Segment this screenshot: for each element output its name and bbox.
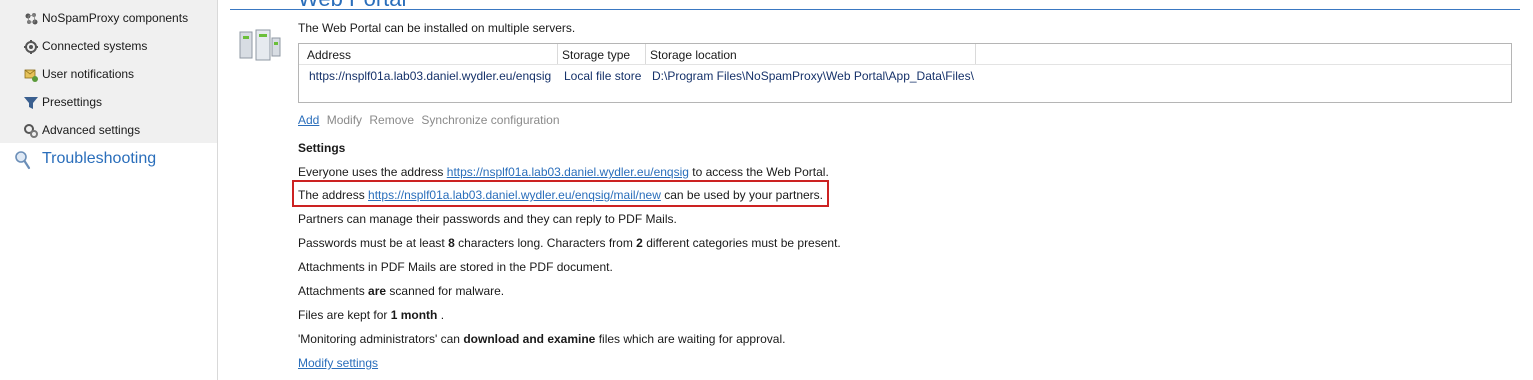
sidebar-item-label: NoSpamProxy components bbox=[42, 11, 189, 25]
settings-text: files which are waiting for approval. bbox=[595, 332, 786, 346]
settings-line-access-address: Everyone uses the address https://nsplf0… bbox=[298, 165, 829, 179]
settings-line-monitoring: 'Monitoring administrators' can download… bbox=[298, 332, 785, 346]
settings-line-partners: Partners can manage their passwords and … bbox=[298, 212, 677, 226]
sidebar-item-label: User notifications bbox=[42, 67, 135, 81]
intro-text: The Web Portal can be installed on multi… bbox=[298, 21, 576, 35]
settings-text: Everyone uses the address bbox=[298, 165, 447, 179]
cell-address: https://nsplf01a.lab03.daniel.wydler.eu/… bbox=[309, 69, 552, 83]
sidebar-item-label: Presettings bbox=[42, 95, 103, 109]
cell-storage-location: D:\Program Files\NoSpamProxy\Web Portal\… bbox=[652, 69, 974, 83]
settings-text: Files are kept for bbox=[298, 308, 391, 322]
settings-line-retention: Files are kept for 1 month . bbox=[298, 308, 444, 322]
password-categories-value: 2 bbox=[636, 236, 643, 250]
column-header-storage-type[interactable]: Storage type bbox=[562, 48, 630, 62]
servers-icon bbox=[239, 29, 281, 61]
title-divider bbox=[230, 9, 1520, 10]
advanced-settings-icon bbox=[24, 124, 38, 138]
monitoring-permission-value: download and examine bbox=[463, 332, 596, 346]
user-notifications-icon bbox=[24, 69, 38, 82]
column-separator[interactable] bbox=[557, 44, 558, 64]
password-length-value: 8 bbox=[448, 236, 455, 250]
settings-title: Settings bbox=[298, 141, 346, 155]
partner-link[interactable]: https://nsplf01a.lab03.daniel.wydler.eu/… bbox=[368, 188, 661, 202]
components-icon bbox=[25, 13, 38, 25]
sidebar-item-user-notifications[interactable]: User notifications bbox=[0, 60, 217, 88]
sidebar-item-advanced-settings[interactable]: Advanced settings bbox=[0, 116, 217, 144]
add-button[interactable]: Add bbox=[298, 113, 319, 127]
remove-button: Remove bbox=[369, 113, 415, 127]
table-header: Address Storage type Storage location bbox=[299, 44, 1511, 65]
cell-storage-type: Local file store bbox=[564, 69, 642, 83]
troubleshooting-label: Troubleshooting bbox=[42, 150, 157, 167]
settings-line-malware: Attachments are scanned for malware. bbox=[298, 284, 504, 298]
settings-text: Passwords must be at least bbox=[298, 236, 449, 250]
modify-settings-link[interactable]: Modify settings bbox=[298, 356, 378, 370]
page-title: Web Portal bbox=[298, 0, 406, 12]
column-separator[interactable] bbox=[975, 44, 976, 64]
modify-button: Modify bbox=[326, 113, 363, 127]
sidebar-item-label: Advanced settings bbox=[42, 123, 141, 137]
magnifier-icon bbox=[15, 151, 31, 170]
settings-text: . bbox=[437, 308, 445, 322]
column-separator[interactable] bbox=[645, 44, 646, 64]
connected-systems-icon bbox=[24, 40, 38, 54]
table-row[interactable]: https://nsplf01a.lab03.daniel.wydler.eu/… bbox=[299, 65, 1511, 85]
sidebar: NoSpamProxy components Connected systems… bbox=[0, 0, 218, 380]
settings-line-partner-address: The address https://nsplf01a.lab03.danie… bbox=[298, 188, 823, 202]
servers-table: Address Storage type Storage location ht… bbox=[298, 43, 1512, 103]
settings-text: 'Monitoring administrators' can bbox=[298, 332, 464, 346]
settings-text: Attachments bbox=[298, 284, 369, 298]
settings-text: different categories must be present. bbox=[642, 236, 841, 250]
sidebar-item-label: Connected systems bbox=[42, 39, 148, 53]
settings-text: to access the Web Portal. bbox=[688, 165, 829, 179]
settings-text: The address bbox=[298, 188, 369, 202]
sidebar-item-nospamproxy-components[interactable]: NoSpamProxy components bbox=[0, 4, 217, 32]
settings-text: characters long. Characters from bbox=[454, 236, 637, 250]
sidebar-item-presettings[interactable]: Presettings bbox=[0, 88, 217, 116]
funnel-icon bbox=[24, 97, 38, 109]
retention-value: 1 month bbox=[390, 308, 438, 322]
synchronize-configuration-button: Synchronize configuration bbox=[421, 113, 560, 127]
column-header-storage-location[interactable]: Storage location bbox=[650, 48, 737, 62]
sidebar-item-troubleshooting[interactable]: Troubleshooting bbox=[0, 147, 217, 175]
table-actions: Add Modify Remove Synchronize configurat… bbox=[298, 113, 564, 127]
settings-text: scanned for malware. bbox=[386, 284, 505, 298]
settings-line-passwords: Passwords must be at least 8 characters … bbox=[298, 236, 841, 250]
column-header-address[interactable]: Address bbox=[307, 48, 351, 62]
web-portal-link[interactable]: https://nsplf01a.lab03.daniel.wydler.eu/… bbox=[447, 165, 689, 179]
settings-text: can be used by your partners. bbox=[660, 188, 823, 202]
malware-scan-value: are bbox=[368, 284, 387, 298]
sidebar-item-connected-systems[interactable]: Connected systems bbox=[0, 32, 217, 60]
settings-line-attachments-stored: Attachments in PDF Mails are stored in t… bbox=[298, 260, 613, 274]
